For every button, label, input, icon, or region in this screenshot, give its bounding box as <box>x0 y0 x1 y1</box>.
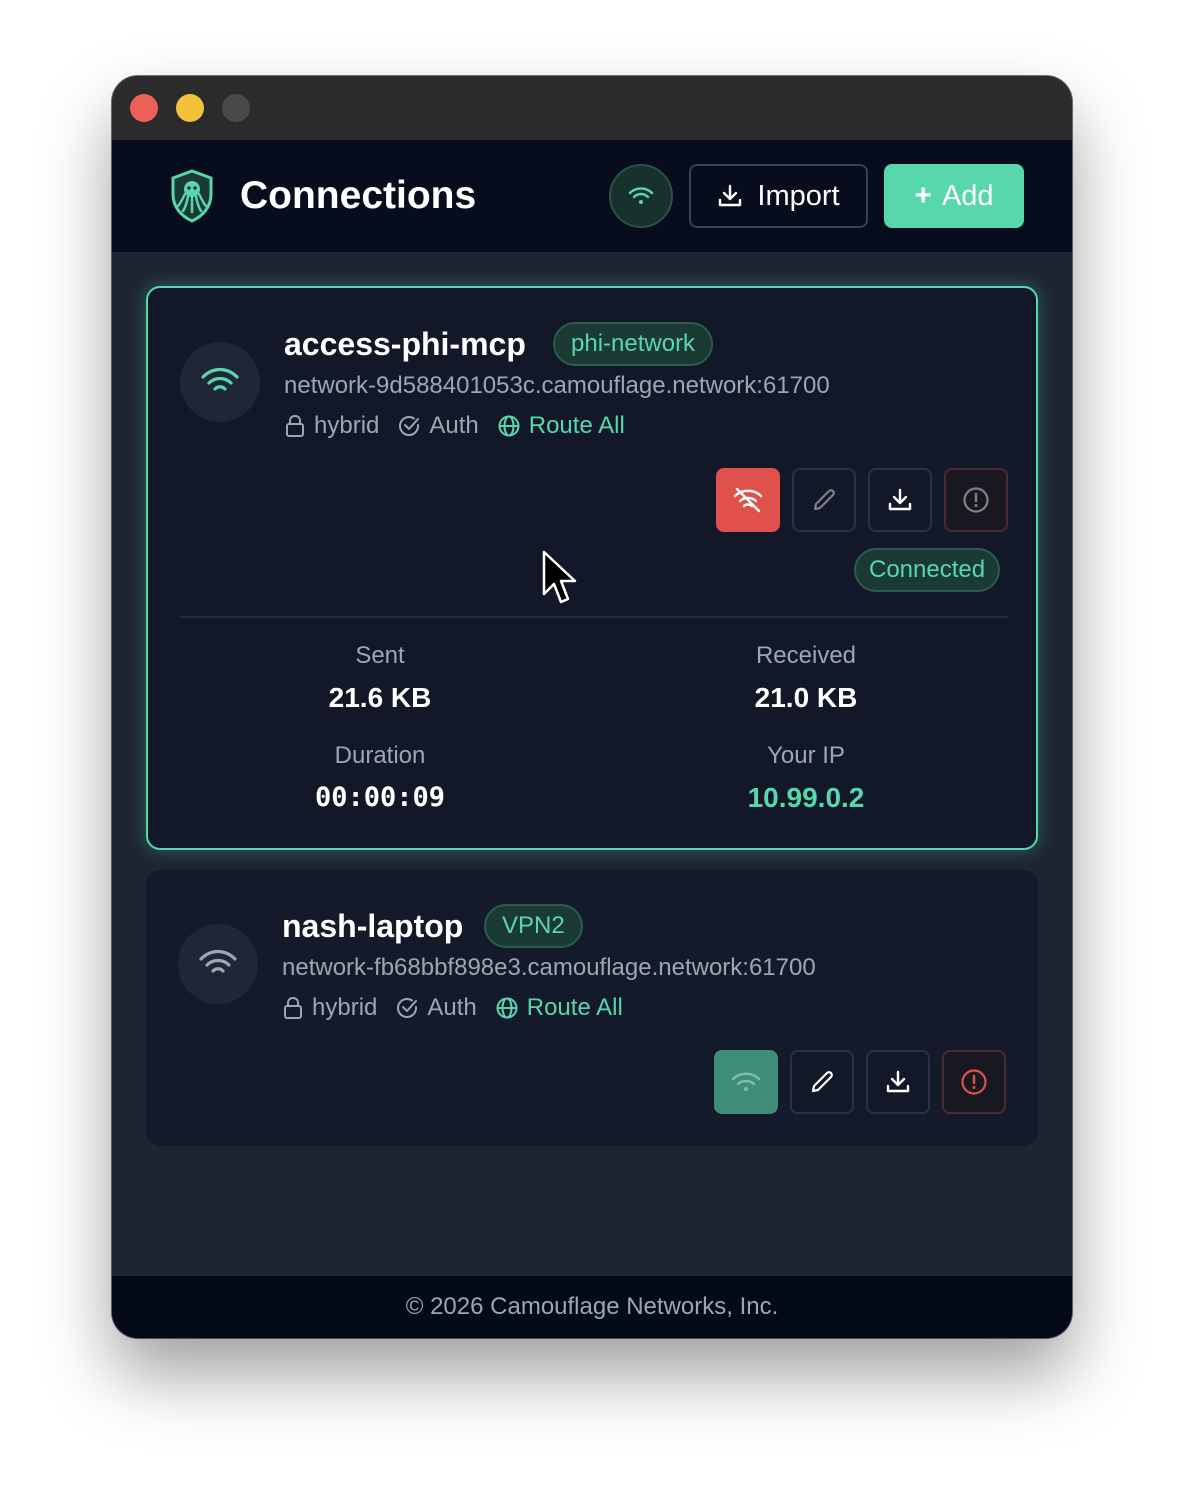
auth-label: Auth <box>429 412 479 439</box>
page-title: Connections <box>240 174 477 217</box>
route-item: Route All <box>495 994 623 1022</box>
octopus-shield-icon <box>168 168 216 224</box>
stat-value: 00:00:09 <box>314 782 446 813</box>
connection-avatar <box>178 924 258 1004</box>
download-icon <box>886 1070 910 1093</box>
connections-list: access-phi-mcp phi-network network-9d588… <box>112 252 1072 1276</box>
title-bar <box>112 76 1072 140</box>
mode-item: hybrid <box>282 994 377 1022</box>
stat-ip: Your IP 10.99.0.2 <box>656 740 956 820</box>
delete-button[interactable] <box>944 468 1008 532</box>
app-window: Connections Import + Add access-phi-mcp … <box>112 76 1072 1338</box>
check-circle-icon <box>397 997 418 1019</box>
mouse-cursor-icon <box>540 550 580 610</box>
network-badge: phi-network <box>553 322 714 366</box>
auth-label: Auth <box>427 994 477 1021</box>
stat-value: 21.0 KB <box>754 682 858 713</box>
connection-card-active[interactable]: access-phi-mcp phi-network network-9d588… <box>146 286 1038 850</box>
network-badge: VPN2 <box>484 904 583 948</box>
stat-sent: Sent 21.6 KB <box>230 640 530 720</box>
close-window-button[interactable] <box>130 94 158 122</box>
connection-meta: hybrid Auth Route All <box>284 410 643 442</box>
connection-actions <box>716 468 1008 532</box>
stat-value: 21.6 KB <box>328 682 432 713</box>
stat-label: Duration <box>334 742 426 769</box>
auth-item: Auth <box>395 994 477 1022</box>
add-connection-button[interactable]: + Add <box>884 164 1024 228</box>
download-icon <box>719 184 742 207</box>
edit-button[interactable] <box>790 1050 854 1114</box>
route-label: Route All <box>528 412 625 439</box>
alert-circle-icon <box>963 487 989 513</box>
connection-name: nash-laptop <box>282 908 464 944</box>
connection-actions <box>714 1050 1006 1114</box>
export-button[interactable] <box>868 468 932 532</box>
minimize-window-button[interactable] <box>176 94 204 122</box>
status-badge: Connected <box>854 548 1001 592</box>
add-button-label: Add <box>941 179 994 212</box>
connection-host: network-9d588401053c.camouflage.network:… <box>284 372 830 399</box>
network-status-button[interactable] <box>609 164 673 228</box>
globe-icon <box>498 415 520 437</box>
pencil-icon <box>813 489 835 511</box>
import-button[interactable]: Import <box>689 164 868 228</box>
auth-item: Auth <box>397 412 479 440</box>
connection-avatar <box>180 342 260 422</box>
mode-label: hybrid <box>314 412 380 439</box>
wifi-icon <box>199 949 237 973</box>
zoom-window-button[interactable] <box>222 94 250 122</box>
stat-duration: Duration 00:00:09 <box>230 740 530 820</box>
connection-card[interactable]: nash-laptop VPN2 network-fb68bbf898e3.ca… <box>146 870 1038 1146</box>
footer: © 2026 Camouflage Networks, Inc. <box>112 1276 1072 1338</box>
pencil-icon <box>811 1071 833 1093</box>
stat-label: Received <box>755 642 857 669</box>
export-button[interactable] <box>866 1050 930 1114</box>
wifi-icon <box>731 1072 761 1091</box>
stat-label: Sent <box>355 642 405 669</box>
connection-meta: hybrid Auth Route All <box>282 992 641 1024</box>
copyright-text: © 2026 Camouflage Networks, Inc. <box>405 1293 779 1320</box>
disconnect-button[interactable] <box>716 468 780 532</box>
divider <box>180 616 1008 618</box>
wifi-icon <box>201 367 239 391</box>
alert-circle-icon <box>961 1069 987 1095</box>
globe-icon <box>496 997 518 1019</box>
mode-label: hybrid <box>312 994 378 1021</box>
delete-button[interactable] <box>942 1050 1006 1114</box>
connection-host: network-fb68bbf898e3.camouflage.network:… <box>282 954 816 981</box>
download-icon <box>888 488 912 511</box>
wifi-icon <box>628 187 654 204</box>
stat-label: Your IP <box>767 742 845 769</box>
edit-button[interactable] <box>792 468 856 532</box>
stat-value: 10.99.0.2 <box>747 782 865 813</box>
stat-received: Received 21.0 KB <box>656 640 956 720</box>
route-item: Route All <box>497 412 625 440</box>
connect-button[interactable] <box>714 1050 778 1114</box>
app-header: Connections Import + Add <box>112 140 1072 252</box>
wifi-off-icon <box>733 487 763 513</box>
lock-icon <box>286 414 304 437</box>
import-button-label: Import <box>757 179 840 212</box>
route-label: Route All <box>526 994 623 1021</box>
check-circle-icon <box>399 415 420 437</box>
lock-icon <box>284 996 302 1019</box>
plus-icon: + <box>914 179 932 212</box>
mode-item: hybrid <box>284 412 379 440</box>
connection-name: access-phi-mcp <box>284 326 526 362</box>
